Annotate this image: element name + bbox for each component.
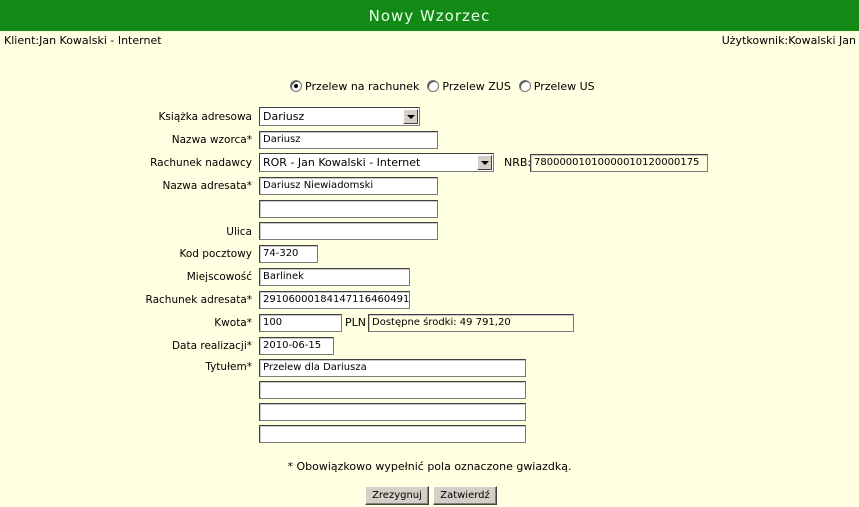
- radio-transfer-zus-label[interactable]: Przelew ZUS: [442, 80, 510, 93]
- available-funds-field: Dostępne środki: 49 791,20: [368, 314, 574, 332]
- nrb-label: NRB:: [504, 156, 532, 169]
- transfer-title-input-1[interactable]: Przelew dla Dariusza: [259, 359, 526, 377]
- city-input[interactable]: Barlinek: [259, 268, 410, 286]
- radio-transfer-us[interactable]: [518, 80, 531, 92]
- address-book-select[interactable]: Dariusz: [259, 107, 420, 126]
- transfer-title-label: Tytułem*: [205, 361, 252, 373]
- user-info: Użytkownik:Kowalski Jan: [721, 34, 856, 47]
- date-label: Data realizacji*: [171, 340, 252, 352]
- transfer-title-input-2[interactable]: [259, 381, 526, 399]
- address-book-label: Książka adresowa: [158, 111, 252, 123]
- radio-transfer-zus[interactable]: [427, 80, 440, 92]
- radio-transfer-account[interactable]: [290, 80, 302, 92]
- city-label: Miejscowość: [186, 271, 252, 283]
- cancel-button[interactable]: Zrezygnuj: [365, 486, 429, 505]
- transfer-title-input-3[interactable]: [259, 403, 526, 421]
- sender-account-select[interactable]: ROR - Jan Kowalski - Internet: [259, 153, 494, 172]
- address-book-value: Dariusz: [263, 110, 305, 123]
- street-input[interactable]: [259, 222, 438, 240]
- street-label: Ulica: [226, 226, 252, 238]
- required-fields-note: * Obowiązkowo wypełnić pola oznaczone gw…: [287, 460, 572, 473]
- recipient-account-label: Rachunek adresata*: [145, 294, 252, 306]
- template-name-input[interactable]: Dariusz: [259, 131, 438, 149]
- client-info: Klient:Jan Kowalski - Internet: [4, 34, 162, 47]
- sender-account-value: ROR - Jan Kowalski - Internet: [263, 156, 421, 169]
- radio-transfer-account-label[interactable]: Przelew na rachunek: [305, 80, 419, 93]
- chevron-down-icon[interactable]: [403, 109, 418, 124]
- recipient-account-input[interactable]: 29106000184147116460491677: [259, 291, 410, 309]
- nrb-field: 78000001010000010120000175: [530, 154, 708, 172]
- chevron-down-icon[interactable]: [477, 155, 492, 170]
- amount-label: Kwota*: [214, 317, 252, 329]
- date-input[interactable]: 2010-06-15: [259, 337, 334, 355]
- window-title: Nowy Wzorzec: [0, 0, 859, 31]
- postal-code-label: Kod pocztowy: [179, 248, 252, 260]
- currency-label: PLN: [345, 316, 366, 329]
- radio-transfer-us-label[interactable]: Przelew US: [534, 80, 595, 93]
- template-name-label: Nazwa wzorca*: [171, 134, 252, 146]
- confirm-button[interactable]: Zatwierdź: [433, 486, 497, 505]
- postal-code-input[interactable]: 74-320: [259, 245, 318, 263]
- recipient-name-input-2[interactable]: [259, 200, 438, 218]
- recipient-name-label: Nazwa adresata*: [162, 180, 252, 192]
- transfer-title-input-4[interactable]: [259, 425, 526, 443]
- recipient-name-input[interactable]: Dariusz Niewiadomski: [259, 177, 438, 195]
- transfer-type-group: Przelew na rachunek Przelew ZUS Przelew …: [290, 78, 603, 94]
- sender-account-label: Rachunek nadawcy: [150, 157, 252, 169]
- amount-input[interactable]: 100: [259, 314, 342, 332]
